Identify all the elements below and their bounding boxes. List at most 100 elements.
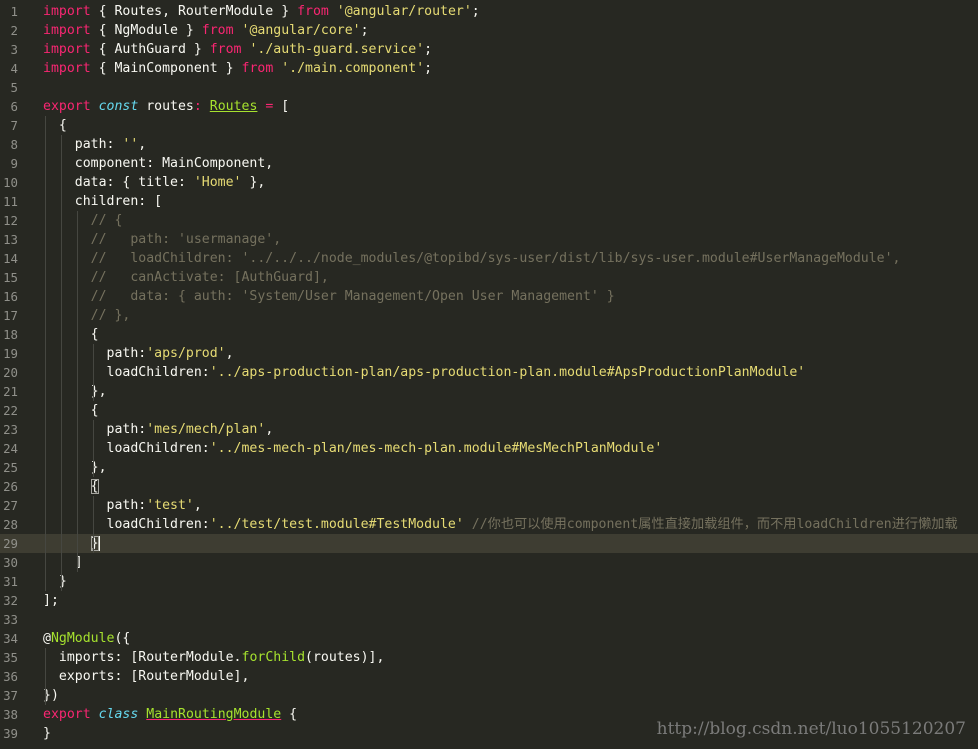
watermark: http://blog.csdn.net/luo1055120207 <box>656 719 966 739</box>
code-text[interactable]: path: '', <box>43 135 147 154</box>
line-number: 1 <box>10 4 18 19</box>
code-line[interactable]: 14 // loadChildren: '../../../node_modul… <box>0 249 978 268</box>
code-text[interactable]: path:'aps/prod', <box>43 344 234 363</box>
code-line[interactable]: 15 // canActivate: [AuthGuard], <box>0 268 978 287</box>
line-number: 39 <box>3 726 18 741</box>
code-line[interactable]: 6 export const routes: Routes = [ <box>0 97 978 116</box>
code-text[interactable]: import { NgModule } from '@angular/core'… <box>43 21 369 40</box>
line-number: 10 <box>3 175 18 190</box>
code-line[interactable]: 12 // { <box>0 211 978 230</box>
code-text[interactable]: // }, <box>43 306 131 325</box>
code-line[interactable]: 11 children: [ <box>0 192 978 211</box>
code-line[interactable]: 33 <box>0 610 978 629</box>
code-line[interactable]: 26 { <box>0 477 978 496</box>
code-line[interactable]: 13 // path: 'usermanage', <box>0 230 978 249</box>
code-text[interactable]: } <box>43 534 100 553</box>
line-number: 29 <box>3 536 18 551</box>
code-line[interactable]: 32]; <box>0 591 978 610</box>
code-line[interactable]: 34 @NgModule({ <box>0 629 978 648</box>
code-text[interactable]: // path: 'usermanage', <box>43 230 282 249</box>
code-line[interactable]: 10 data: { title: 'Home' }, <box>0 173 978 192</box>
code-text[interactable]: { <box>43 116 67 135</box>
code-line[interactable]: 29 } <box>0 534 978 553</box>
code-line[interactable]: 17 // }, <box>0 306 978 325</box>
code-line[interactable]: 8 path: '', <box>0 135 978 154</box>
line-number: 12 <box>3 213 18 228</box>
code-line[interactable]: 16 // data: { auth: 'System/User Managem… <box>0 287 978 306</box>
code-text[interactable]: exports: [RouterModule], <box>43 667 250 686</box>
code-text[interactable]: { <box>43 325 99 344</box>
code-text[interactable]: imports: [RouterModule.forChild(routes)]… <box>43 648 385 667</box>
code-text[interactable]: loadChildren:'../test/test.module#TestMo… <box>43 515 958 534</box>
code-text[interactable]: // loadChildren: '../../../node_modules/… <box>43 249 901 268</box>
code-text[interactable]: @NgModule({ <box>43 629 130 648</box>
code-text[interactable]: export class MainRoutingModule { <box>43 705 297 724</box>
code-text[interactable]: path:'mes/mech/plan', <box>43 420 274 439</box>
line-number: 20 <box>3 365 18 380</box>
code-line[interactable]: 25 }, <box>0 458 978 477</box>
code-text[interactable]: }, <box>43 458 107 477</box>
code-line[interactable]: 31 } <box>0 572 978 591</box>
line-number: 37 <box>3 688 18 703</box>
code-text[interactable]: } <box>43 724 51 743</box>
matched-brace: { <box>90 479 99 494</box>
code-line[interactable]: 23 path:'mes/mech/plan', <box>0 420 978 439</box>
code-text[interactable]: data: { title: 'Home' }, <box>43 173 266 192</box>
code-text[interactable]: { <box>43 477 99 496</box>
code-line[interactable]: 3 import { AuthGuard } from './auth-guard… <box>0 40 978 59</box>
code-text[interactable]: loadChildren:'../mes-mech-plan/mes-mech-… <box>43 439 663 458</box>
code-line[interactable]: 9 component: MainComponent, <box>0 154 978 173</box>
line-number: 25 <box>3 460 18 475</box>
line-number: 11 <box>3 194 18 209</box>
line-number: 38 <box>3 707 18 722</box>
code-line[interactable]: 1 import { Routes, RouterModule } from '@… <box>0 2 978 21</box>
code-text[interactable]: import { MainComponent } from './main.co… <box>43 59 432 78</box>
code-text[interactable]: ]; <box>43 591 59 610</box>
code-line[interactable]: 2 import { NgModule } from '@angular/core… <box>0 21 978 40</box>
line-number: 30 <box>3 555 18 570</box>
code-line[interactable]: 4 import { MainComponent } from './main.c… <box>0 59 978 78</box>
line-number: 26 <box>3 479 18 494</box>
code-line[interactable]: 35 imports: [RouterModule.forChild(route… <box>0 648 978 667</box>
line-number: 17 <box>3 308 18 323</box>
code-line[interactable]: 30 ] <box>0 553 978 572</box>
code-line[interactable]: 19 path:'aps/prod', <box>0 344 978 363</box>
code-line[interactable]: 37}) <box>0 686 978 705</box>
code-line[interactable]: 27 path:'test', <box>0 496 978 515</box>
text-cursor <box>98 535 100 551</box>
line-number: 8 <box>10 137 18 152</box>
code-text[interactable]: }) <box>43 686 59 705</box>
code-text[interactable]: // { <box>43 211 123 230</box>
code-text[interactable]: component: MainComponent, <box>43 154 274 173</box>
code-line[interactable]: 5 <box>0 78 978 97</box>
code-line[interactable]: 28 loadChildren:'../test/test.module#Tes… <box>0 515 978 534</box>
code-text[interactable]: children: [ <box>43 192 162 211</box>
line-number: 31 <box>3 574 18 589</box>
code-line[interactable]: 24 loadChildren:'../mes-mech-plan/mes-me… <box>0 439 978 458</box>
code-area[interactable]: 1 import { Routes, RouterModule } from '@… <box>0 2 978 743</box>
code-text[interactable]: { <box>43 401 99 420</box>
code-line[interactable]: 21 }, <box>0 382 978 401</box>
code-line[interactable]: 22 { <box>0 401 978 420</box>
code-text[interactable]: export const routes: Routes = [ <box>43 97 289 116</box>
line-number: 6 <box>10 99 18 114</box>
code-text[interactable]: // data: { auth: 'System/User Management… <box>43 287 615 306</box>
code-text[interactable]: } <box>43 572 67 591</box>
code-line[interactable]: 18 { <box>0 325 978 344</box>
code-line[interactable]: 20 loadChildren:'../aps-production-plan/… <box>0 363 978 382</box>
code-text[interactable]: import { AuthGuard } from './auth-guard.… <box>43 40 432 59</box>
code-text[interactable]: // canActivate: [AuthGuard], <box>43 268 329 287</box>
code-line[interactable]: 7 { <box>0 116 978 135</box>
line-number: 9 <box>10 156 18 171</box>
code-line[interactable]: 36 exports: [RouterModule], <box>0 667 978 686</box>
code-text[interactable]: ] <box>43 553 83 572</box>
code-text[interactable]: import { Routes, RouterModule } from '@a… <box>43 2 480 21</box>
line-number: 22 <box>3 403 18 418</box>
code-text[interactable]: loadChildren:'../aps-production-plan/aps… <box>43 363 806 382</box>
line-number: 14 <box>3 251 18 266</box>
line-number: 21 <box>3 384 18 399</box>
code-text[interactable]: path:'test', <box>43 496 202 515</box>
code-editor[interactable]: 1 import { Routes, RouterModule } from '@… <box>0 0 978 749</box>
matched-brace: } <box>90 536 99 551</box>
code-text[interactable]: }, <box>43 382 107 401</box>
